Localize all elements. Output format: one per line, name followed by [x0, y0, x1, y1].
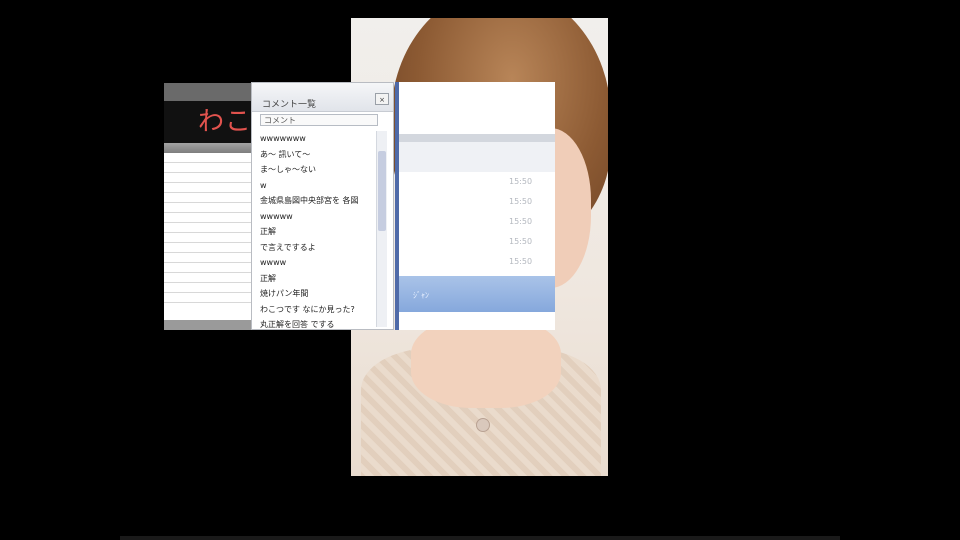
left-browser-window[interactable]: わこ	[164, 83, 256, 330]
panel-band	[399, 142, 555, 172]
list-item[interactable]	[164, 163, 256, 173]
comment-item[interactable]: あ～ 訊いて～	[260, 147, 378, 163]
comment-item[interactable]: わこつです なにか見った?	[260, 302, 378, 318]
comment-time: 15:50	[509, 177, 533, 186]
list-item[interactable]	[164, 213, 256, 223]
comment-item[interactable]: 正解	[260, 271, 378, 287]
close-button[interactable]: ×	[375, 93, 389, 105]
comment-item[interactable]: 焼けパン年間	[260, 286, 378, 302]
comment-item[interactable]: wwww	[260, 255, 378, 271]
comment-window-title: コメント一覧	[262, 100, 317, 110]
list-item[interactable]	[164, 183, 256, 193]
comment-window-header: コメント一覧 ×	[252, 83, 393, 112]
scrollbar-thumb[interactable]	[378, 151, 386, 231]
nav-tabbar[interactable]	[164, 143, 256, 153]
comment-list-window[interactable]: コメント一覧 × コメント wwwwwww あ～ 訊いて～ ま～しゃ～ない w …	[251, 82, 394, 330]
list-item[interactable]	[164, 193, 256, 203]
window-titlebar	[164, 83, 256, 101]
comment-item[interactable]: 正解	[260, 224, 378, 240]
comment-time: 15:50	[509, 217, 533, 226]
list-item[interactable]	[164, 243, 256, 253]
comment-item[interactable]: ま～しゃ～ない	[260, 162, 378, 178]
comment-item[interactable]: wwwww	[260, 209, 378, 225]
list-item[interactable]	[164, 263, 256, 273]
comment-item[interactable]: w	[260, 178, 378, 194]
photo-hands	[411, 318, 561, 408]
comment-item[interactable]: 丸正解を回答 でする	[260, 317, 378, 329]
right-panel: 15:50 15:50 15:50 15:50 15:50 ｼﾞｬﾝ	[399, 82, 555, 330]
blue-action-bar[interactable]: ｼﾞｬﾝ	[399, 276, 555, 312]
blue-bar-label: ｼﾞｬﾝ	[413, 291, 429, 300]
list-item[interactable]	[164, 233, 256, 243]
list-item[interactable]	[164, 273, 256, 283]
comment-search-input[interactable]: コメント	[260, 114, 378, 126]
comment-item[interactable]: 金城県島図中央部宮を 各図	[260, 193, 378, 209]
photo-necklace	[476, 418, 490, 432]
list-item[interactable]	[164, 223, 256, 233]
comment-item[interactable]: wwwwwww	[260, 131, 378, 147]
list-item[interactable]	[164, 283, 256, 293]
panel-band	[399, 134, 555, 142]
comment-scrollbar[interactable]	[376, 131, 387, 327]
comment-time: 15:50	[509, 257, 533, 266]
comment-item[interactable]: で言えでするよ	[260, 240, 378, 256]
site-logo: わこ	[164, 101, 256, 143]
comment-list: wwwwwww あ～ 訊いて～ ま～しゃ～ない w 金城県島図中央部宮を 各図 …	[260, 131, 378, 329]
list-item[interactable]	[164, 203, 256, 213]
list-item[interactable]	[164, 173, 256, 183]
list-item[interactable]	[164, 153, 256, 163]
bottom-strip	[120, 536, 840, 540]
list-item[interactable]	[164, 293, 256, 303]
window-footer	[164, 320, 256, 330]
list-item[interactable]	[164, 253, 256, 263]
comment-time: 15:50	[509, 197, 533, 206]
comment-time: 15:50	[509, 237, 533, 246]
